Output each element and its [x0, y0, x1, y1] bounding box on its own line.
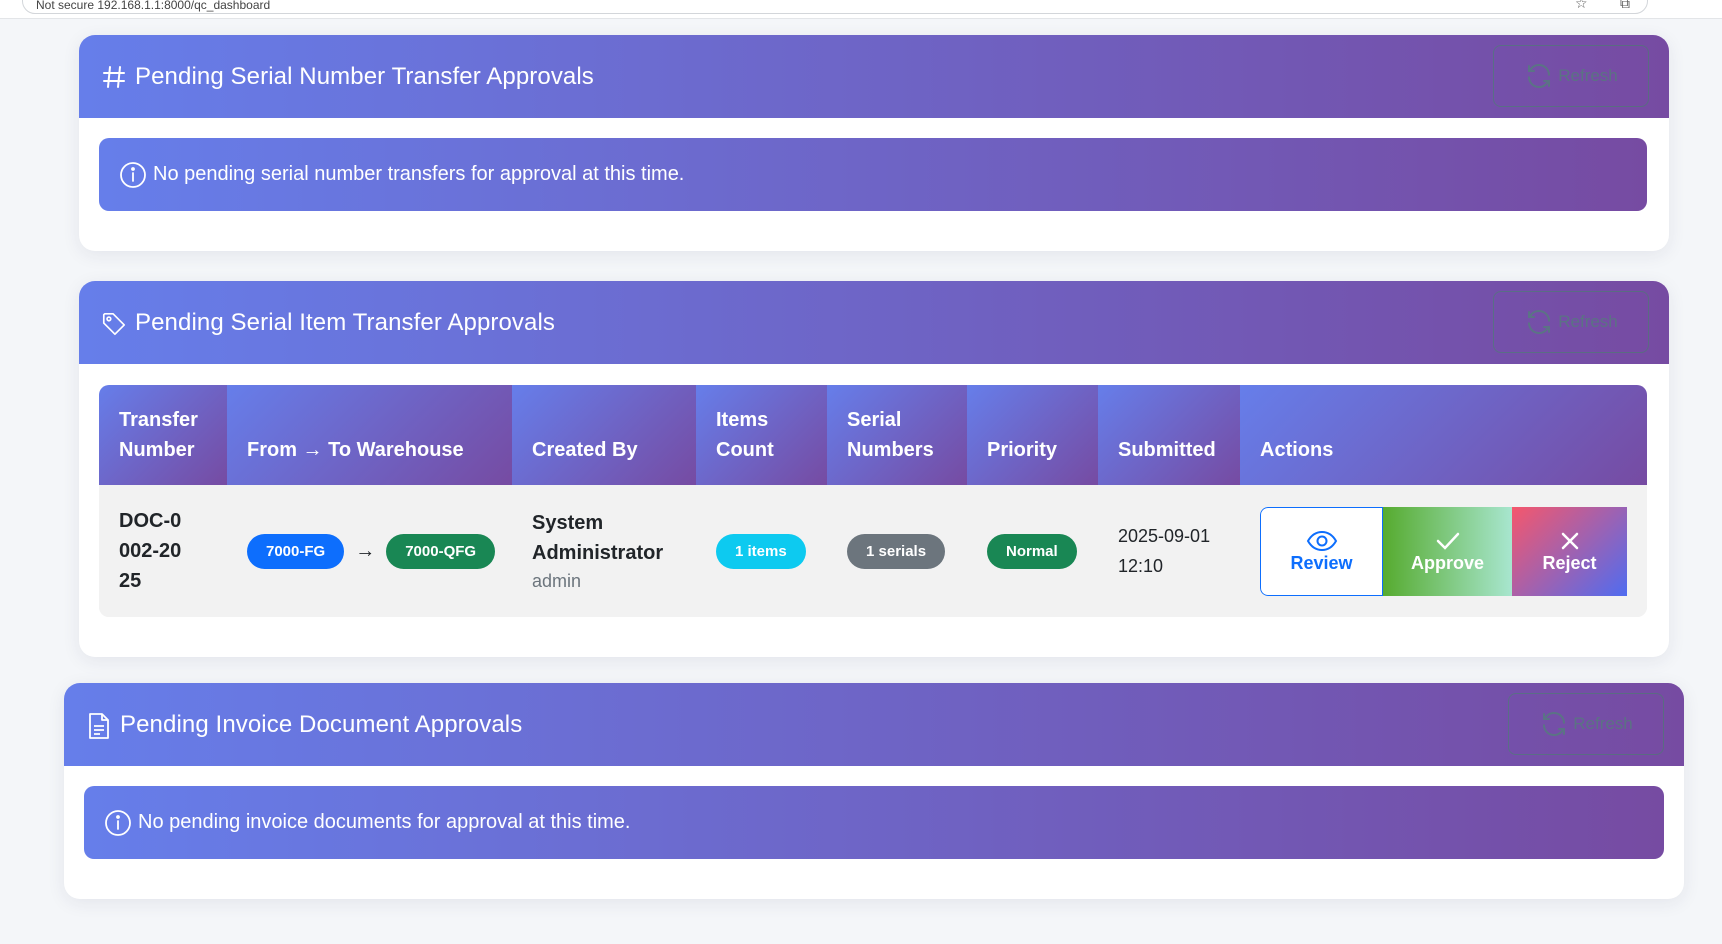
column-header[interactable]: Priority	[967, 385, 1098, 485]
invoice-approvals-card: Pending Invoice Document Approvals Refre…	[64, 683, 1684, 899]
submitted-date: 2025-09-01	[1118, 526, 1211, 546]
reject-button[interactable]: Reject	[1512, 506, 1627, 596]
refresh-button[interactable]: Refresh	[1508, 693, 1664, 755]
table-row[interactable]: DOC-0002-2025 7000-FG → 7000-QFG System …	[99, 485, 1647, 617]
table-header: Transfer Number From → To Warehouse Crea…	[99, 385, 1647, 485]
refresh-button[interactable]: Refresh	[1493, 45, 1649, 107]
extensions-icon[interactable]: ⧉	[1620, 0, 1630, 10]
eye-icon	[1306, 530, 1337, 551]
section-title: Pending Serial Number Transfer Approvals	[135, 62, 594, 90]
info-icon	[119, 161, 147, 189]
items-count-badge: 1 items	[716, 533, 806, 569]
card-header: Pending Serial Number Transfer Approvals…	[79, 35, 1669, 118]
column-header[interactable]: Serial Numbers	[827, 385, 967, 485]
section-title: Pending Invoice Document Approvals	[120, 710, 523, 738]
serial-number-approvals-card: Pending Serial Number Transfer Approvals…	[79, 35, 1669, 251]
creator-name: System Administrator	[532, 512, 664, 564]
to-warehouse-badge: 7000-QFG	[386, 533, 496, 569]
review-label: Review	[1290, 552, 1353, 573]
arrow-right-icon: →	[355, 539, 376, 562]
empty-info-alert: No pending invoice documents for approva…	[84, 786, 1664, 859]
tag-icon	[101, 310, 127, 336]
serial-item-approvals-card: Pending Serial Item Transfer Approvals R…	[79, 281, 1669, 657]
creator-username: admin	[532, 571, 582, 591]
info-message: No pending serial number transfers for a…	[153, 163, 685, 185]
info-icon	[104, 809, 132, 837]
bookmark-star-icon[interactable]: ☆	[1575, 0, 1588, 10]
warehouse-route: 7000-FG → 7000-QFG	[227, 533, 512, 569]
column-header[interactable]: From → To Warehouse	[227, 385, 512, 485]
card-header: Pending Serial Item Transfer Approvals R…	[79, 281, 1669, 364]
column-header[interactable]: Created By	[512, 385, 696, 485]
column-header[interactable]: Submitted	[1098, 385, 1240, 485]
browser-chrome: Not secure 192.168.1.1:8000/qc_dashboard…	[0, 0, 1722, 19]
column-header[interactable]: Items Count	[696, 385, 827, 485]
refresh-icon	[1543, 711, 1566, 737]
submitted-cell: 2025-09-01 12:10	[1098, 521, 1240, 581]
serial-numbers-cell: 1 serials	[827, 533, 967, 569]
priority-cell: Normal	[967, 533, 1098, 569]
actions-cell: Review Approve Reject	[1240, 506, 1647, 596]
created-by: System Administrator admin	[512, 508, 696, 594]
check-icon	[1436, 532, 1459, 550]
refresh-button[interactable]: Refresh	[1493, 291, 1649, 353]
action-button-group: Review Approve Reject	[1260, 506, 1647, 596]
refresh-label: Refresh	[1558, 66, 1618, 85]
reject-label: Reject	[1542, 552, 1597, 573]
card-header: Pending Invoice Document Approvals Refre…	[64, 683, 1684, 766]
review-button[interactable]: Review	[1260, 506, 1383, 596]
document-icon	[86, 712, 112, 739]
column-header[interactable]: Transfer Number	[99, 385, 227, 485]
approve-button[interactable]: Approve	[1383, 506, 1512, 596]
refresh-label: Refresh	[1558, 312, 1618, 331]
submitted-time: 12:10	[1118, 556, 1164, 576]
refresh-icon	[1528, 309, 1551, 335]
serial-count-badge: 1 serials	[847, 533, 946, 569]
transfers-table: Transfer Number From → To Warehouse Crea…	[99, 385, 1647, 617]
hash-icon	[101, 64, 127, 90]
from-warehouse-badge: 7000-FG	[247, 533, 345, 569]
priority-badge: Normal	[987, 533, 1077, 569]
items-count-cell: 1 items	[696, 533, 827, 569]
address-text: Not secure 192.168.1.1:8000/qc_dashboard	[36, 0, 271, 12]
column-header[interactable]: Actions	[1240, 385, 1647, 485]
refresh-icon	[1528, 63, 1551, 89]
refresh-label: Refresh	[1573, 714, 1633, 733]
section-title: Pending Serial Item Transfer Approvals	[135, 308, 556, 336]
transfer-number: DOC-0002-2025	[119, 510, 182, 592]
close-icon	[1561, 532, 1578, 549]
empty-info-alert: No pending serial number transfers for a…	[99, 138, 1647, 211]
approve-label: Approve	[1410, 552, 1484, 573]
info-message: No pending invoice documents for approva…	[138, 811, 631, 833]
